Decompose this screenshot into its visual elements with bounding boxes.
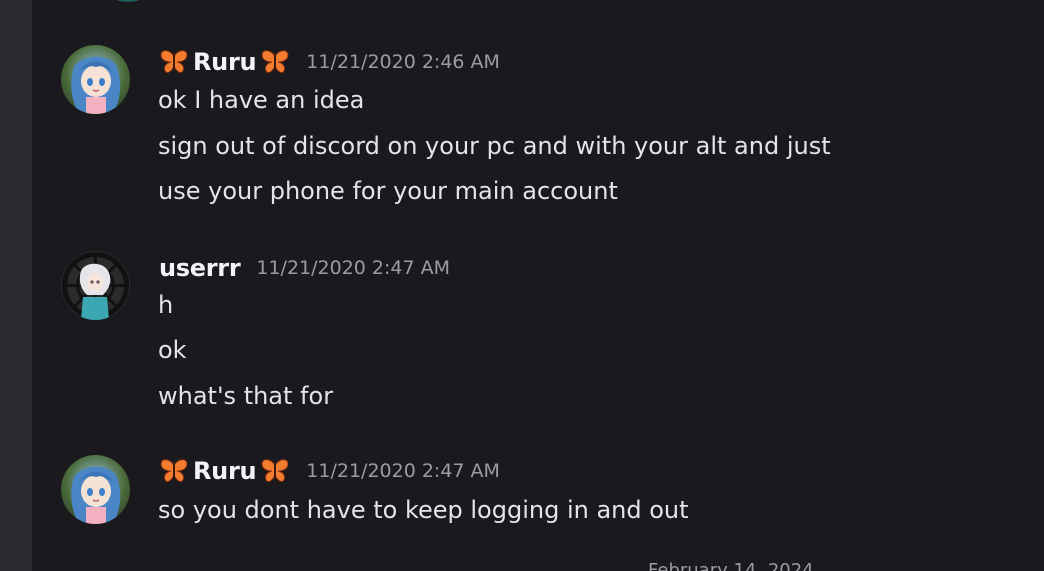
message-timestamp[interactable]: 11/21/2020 2:47 AM: [306, 460, 500, 482]
date-divider: February 14, 2024: [648, 560, 814, 571]
message-author[interactable]: Ruru: [193, 457, 257, 485]
message-text[interactable]: so you dont have to keep logging in and …: [158, 495, 689, 525]
avatar[interactable]: [94, 0, 162, 2]
butterfly-icon: [159, 457, 189, 485]
message-timestamp[interactable]: 11/21/2020 2:47 AM: [256, 257, 450, 279]
butterfly-icon: [260, 457, 290, 485]
message-author[interactable]: Ruru: [193, 48, 257, 76]
butterfly-icon: [260, 48, 290, 76]
message-header: Ruru 11/21/2020 2:47 AM: [159, 454, 500, 488]
message-author[interactable]: userrr: [159, 254, 241, 282]
message-text[interactable]: what's that for: [158, 381, 333, 411]
message-text[interactable]: sign out of discord on your pc and with …: [158, 131, 831, 161]
message-header: Ruru 11/21/2020 2:46 AM: [159, 45, 500, 79]
message-text[interactable]: ok: [158, 335, 187, 365]
avatar[interactable]: [61, 45, 130, 114]
message-header: userrr 11/21/2020 2:47 AM: [159, 251, 450, 285]
message-text[interactable]: use your phone for your main account: [158, 176, 618, 206]
message-timestamp[interactable]: 11/21/2020 2:46 AM: [306, 51, 500, 73]
message-text[interactable]: ok I have an idea: [158, 85, 364, 115]
message-text[interactable]: h: [158, 290, 173, 320]
discord-chat-view: Ruru 11/21/2020 2:46 AM ok I have an ide…: [0, 0, 1044, 571]
avatar[interactable]: [61, 455, 130, 524]
avatar[interactable]: [61, 251, 130, 320]
butterfly-icon: [159, 48, 189, 76]
left-rail: [0, 0, 32, 571]
